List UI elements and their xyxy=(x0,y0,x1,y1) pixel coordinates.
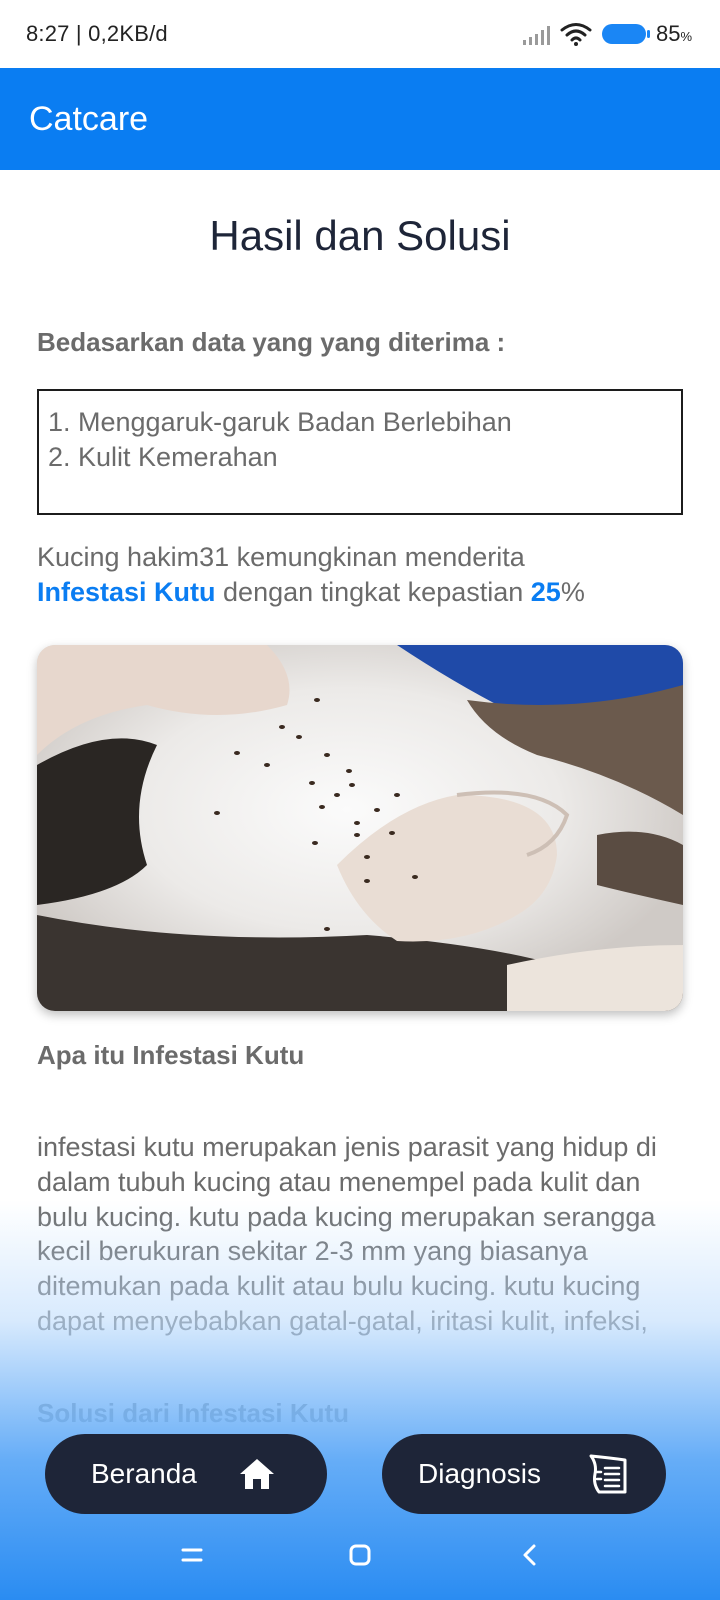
data-received-label: Bedasarkan data yang yang diterima : xyxy=(37,327,506,357)
clipboard-list-icon xyxy=(589,1454,627,1494)
certainty-unit: % xyxy=(560,577,585,607)
what-is-heading: Apa itu Infestasi Kutu xyxy=(37,1040,305,1070)
result-prefix: Kucing hakim31 kemungkinan menderita xyxy=(37,542,525,572)
battery-icon xyxy=(601,24,650,44)
home-icon xyxy=(240,1459,274,1489)
app-title: Catcare xyxy=(29,99,149,138)
symptom-list: 1. Menggaruk-garuk Badan Berlebihan 2. K… xyxy=(37,389,683,515)
signal-icon xyxy=(522,23,550,45)
app-bar: Catcare xyxy=(0,68,720,170)
menu-icon[interactable] xyxy=(180,1545,204,1565)
symptom-item: 2. Kulit Kemerahan xyxy=(48,442,278,472)
system-nav-bar xyxy=(0,1535,720,1575)
wifi-icon xyxy=(560,23,592,46)
page-title: Hasil dan Solusi xyxy=(209,212,511,259)
disease-description: infestasi kutu merupakan jenis parasit y… xyxy=(37,1132,657,1336)
back-icon[interactable] xyxy=(520,1543,540,1567)
home-nav-icon[interactable] xyxy=(348,1543,372,1567)
disease-photo xyxy=(37,645,683,1011)
certainty-value: 25 xyxy=(530,577,561,607)
status-icons: 85% xyxy=(522,21,692,47)
diagnosis-result: Kucing hakim31 kemungkinan menderita Inf… xyxy=(37,540,687,610)
home-button[interactable]: Beranda xyxy=(45,1434,327,1514)
battery-level: 85% xyxy=(655,21,692,46)
disease-name: Infestasi Kutu xyxy=(37,577,216,607)
diagnosis-button-label: Diagnosis xyxy=(418,1458,541,1489)
result-middle: dengan tingkat kepastian xyxy=(215,577,531,607)
status-time: 8:27 | 0,2KB/d xyxy=(26,21,168,46)
status-bar: 8:27 | 0,2KB/d 85% xyxy=(0,0,720,68)
diagnosis-button[interactable]: Diagnosis xyxy=(382,1434,666,1514)
solution-heading: Solusi dari Infestasi Kutu xyxy=(37,1398,350,1428)
home-button-label: Beranda xyxy=(91,1458,197,1489)
symptom-item: 1. Menggaruk-garuk Badan Berlebihan xyxy=(48,407,512,437)
